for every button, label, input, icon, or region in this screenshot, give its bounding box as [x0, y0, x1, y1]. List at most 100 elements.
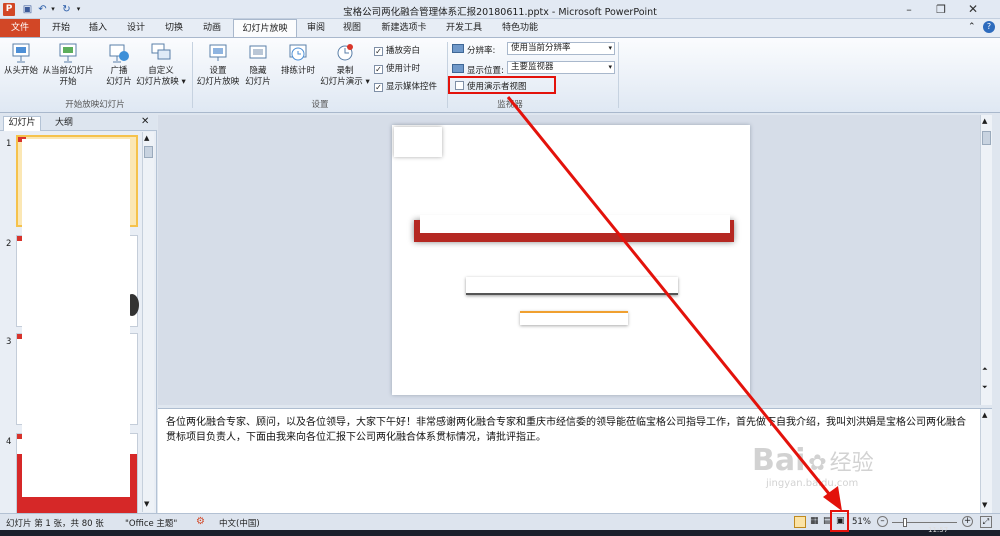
custom-slideshow-label-1: 自定义: [148, 66, 174, 76]
tab-outline[interactable]: 大纲: [46, 117, 82, 130]
show-media-controls-label: 显示媒体控件: [386, 82, 438, 92]
slide-number: 3: [6, 337, 12, 347]
slides-pane-scrollbar[interactable]: ▲ ▼: [142, 132, 154, 512]
zoom-in-icon[interactable]: +: [962, 516, 973, 527]
broadcast-button[interactable]: 广播 幻灯片: [102, 42, 136, 88]
ribbon-separator: [447, 42, 448, 108]
tab-review[interactable]: 审阅: [300, 19, 332, 38]
hide-slide-button[interactable]: 隐藏 幻灯片: [242, 42, 274, 88]
fit-to-window-icon[interactable]: ⤢: [980, 516, 992, 528]
watermark-url: jingyan.baidu.com: [766, 478, 859, 489]
ribbon: 从头开始 从当前幻灯片 开始 广播 幻灯片 自定义 幻灯片放映 ▾ 开始放映幻灯…: [0, 37, 1000, 113]
from-current-button[interactable]: 从当前幻灯片 开始: [42, 42, 94, 88]
projector-screen-icon: [12, 43, 30, 63]
restore-button[interactable]: ❐: [930, 2, 952, 17]
slide-number: 2: [6, 239, 12, 249]
use-timings-label: 使用计时: [386, 64, 421, 74]
custom-slideshow-icon: [151, 43, 171, 60]
tab-design[interactable]: 设计: [118, 19, 154, 38]
custom-slideshow-button[interactable]: 自定义 幻灯片放映 ▾: [136, 42, 186, 88]
watermark-brand-cn: 经验: [829, 451, 874, 476]
zoom-level[interactable]: 51%: [852, 517, 871, 527]
pane-tabs: 幻灯片 大纲 ✕: [0, 115, 157, 131]
language[interactable]: 中文(中国): [219, 517, 260, 529]
next-slide-icon[interactable]: ⏷: [982, 383, 988, 392]
notes-scrollbar[interactable]: ▲ ▼: [980, 409, 992, 514]
custom-slideshow-label-2: 幻灯片放映 ▾: [136, 77, 186, 87]
show-media-controls-checkbox[interactable]: ✓ 显示媒体控件: [374, 81, 437, 93]
hide-slide-label-2: 幻灯片: [245, 77, 271, 87]
tab-view[interactable]: 视图: [336, 19, 368, 38]
scroll-down-icon[interactable]: ▼: [144, 500, 149, 508]
slide-area-scrollbar[interactable]: ▲ ⏶ ⏷: [980, 115, 992, 405]
scroll-down-icon[interactable]: ▼: [982, 501, 987, 509]
tab-transitions[interactable]: 切换: [156, 19, 192, 38]
thumbnail-overlay: [22, 139, 130, 497]
slide-sorter-icon[interactable]: ▦: [810, 516, 819, 526]
watermark-paw-icon: ✿: [808, 451, 827, 476]
rehearse-timings-icon: [289, 44, 307, 61]
resolution-icon: [452, 44, 464, 53]
scroll-up-icon[interactable]: ▲: [982, 117, 987, 125]
slide-title-cover: [420, 215, 730, 233]
slide-logo-box: [394, 127, 442, 157]
theme-name[interactable]: "Office 主题": [125, 517, 177, 529]
taskbar-strip: 11:57: [0, 526, 1000, 536]
annotation-highlight-presenter-view: [448, 76, 556, 94]
tab-slides[interactable]: 幻灯片: [3, 116, 41, 131]
use-timings-checkbox[interactable]: ✓ 使用计时: [374, 63, 420, 75]
projector-current-icon: [59, 43, 77, 63]
play-narrations-checkbox[interactable]: ✓ 播放旁白: [374, 45, 420, 57]
checkbox-checked-icon: ✓: [374, 83, 383, 92]
slide-subtitle-strip: [466, 277, 678, 295]
minimize-button[interactable]: –: [898, 2, 920, 17]
pane-close-icon[interactable]: ✕: [141, 116, 149, 127]
record-label-2: 幻灯片演示 ▾: [320, 77, 370, 87]
watermark-brand: Bai: [752, 443, 806, 478]
tab-features[interactable]: 特色功能: [492, 19, 548, 38]
start-slideshow-group-label: 开始放映幻灯片: [65, 100, 125, 110]
zoom-slider-thumb[interactable]: [903, 518, 907, 527]
tab-animations[interactable]: 动画: [194, 19, 230, 38]
tab-developer[interactable]: 开发工具: [438, 19, 490, 38]
notes-pane[interactable]: 各位两化融合专家、顾问，以及各位领导，大家下午好！非常感谢两化融合专家和重庆市经…: [158, 408, 992, 514]
status-bar: 幻灯片 第 1 张，共 80 张 "Office 主题" ⚙ 中文(中国) ▦ …: [0, 513, 1000, 530]
show-on-select[interactable]: 主要监视器 ▾: [507, 61, 615, 74]
slide-footer-strip: [520, 311, 628, 325]
checkbox-checked-icon: ✓: [374, 65, 383, 74]
scroll-thumb[interactable]: [982, 131, 991, 145]
zoom-out-icon[interactable]: –: [877, 516, 888, 527]
help-icon[interactable]: ?: [983, 21, 995, 33]
normal-view-icon[interactable]: [794, 516, 806, 528]
zoom-slider-track[interactable]: [892, 522, 957, 523]
slides-pane: 幻灯片 大纲 ✕ 1 2 3 4 ▲ ▼: [0, 115, 157, 525]
tab-home[interactable]: 开始: [44, 19, 78, 38]
scroll-thumb[interactable]: [144, 146, 153, 158]
tab-new[interactable]: 新建选项卡: [372, 19, 436, 38]
slide-canvas[interactable]: [392, 125, 750, 395]
from-current-label-2: 开始: [59, 77, 77, 87]
setup-slideshow-button[interactable]: 设置 幻灯片放映: [196, 42, 240, 88]
previous-slide-icon[interactable]: ⏶: [982, 365, 988, 374]
resolution-select[interactable]: 使用当前分辨率 ▾: [507, 42, 615, 55]
minimize-ribbon-icon[interactable]: ⌃: [968, 22, 976, 32]
taskbar-clock: 11:57: [928, 526, 949, 534]
baidu-watermark: Bai ✿ 经验 jingyan.baidu.com: [752, 443, 952, 505]
record-slideshow-button[interactable]: 录制 幻灯片演示 ▾: [320, 42, 370, 88]
tab-file[interactable]: 文件: [0, 19, 40, 38]
proofing-icon[interactable]: ⚙: [196, 516, 205, 527]
close-button[interactable]: ✕: [962, 2, 984, 17]
from-beginning-button[interactable]: 从头开始: [2, 42, 40, 77]
annotation-highlight-slideshow-button: [830, 510, 849, 532]
scroll-up-icon[interactable]: ▲: [982, 411, 987, 419]
scroll-up-icon[interactable]: ▲: [144, 134, 149, 142]
setup-slideshow-label-2: 幻灯片放映: [196, 77, 240, 87]
tab-slide-show[interactable]: 幻灯片放映: [233, 19, 297, 38]
setup-group-label: 设置: [311, 100, 329, 110]
tab-insert[interactable]: 插入: [80, 19, 116, 38]
notes-text[interactable]: 各位两化融合专家、顾问，以及各位领导，大家下午好！非常感谢两化融合专家和重庆市经…: [166, 415, 971, 445]
checkbox-checked-icon: ✓: [374, 47, 383, 56]
ribbon-tabs: 文件 开始 插入 设计 切换 动画 幻灯片放映 审阅 视图 新建选项卡 开发工具…: [0, 19, 1000, 38]
record-icon: [337, 44, 353, 61]
rehearse-timings-button[interactable]: 排练计时: [278, 42, 318, 77]
